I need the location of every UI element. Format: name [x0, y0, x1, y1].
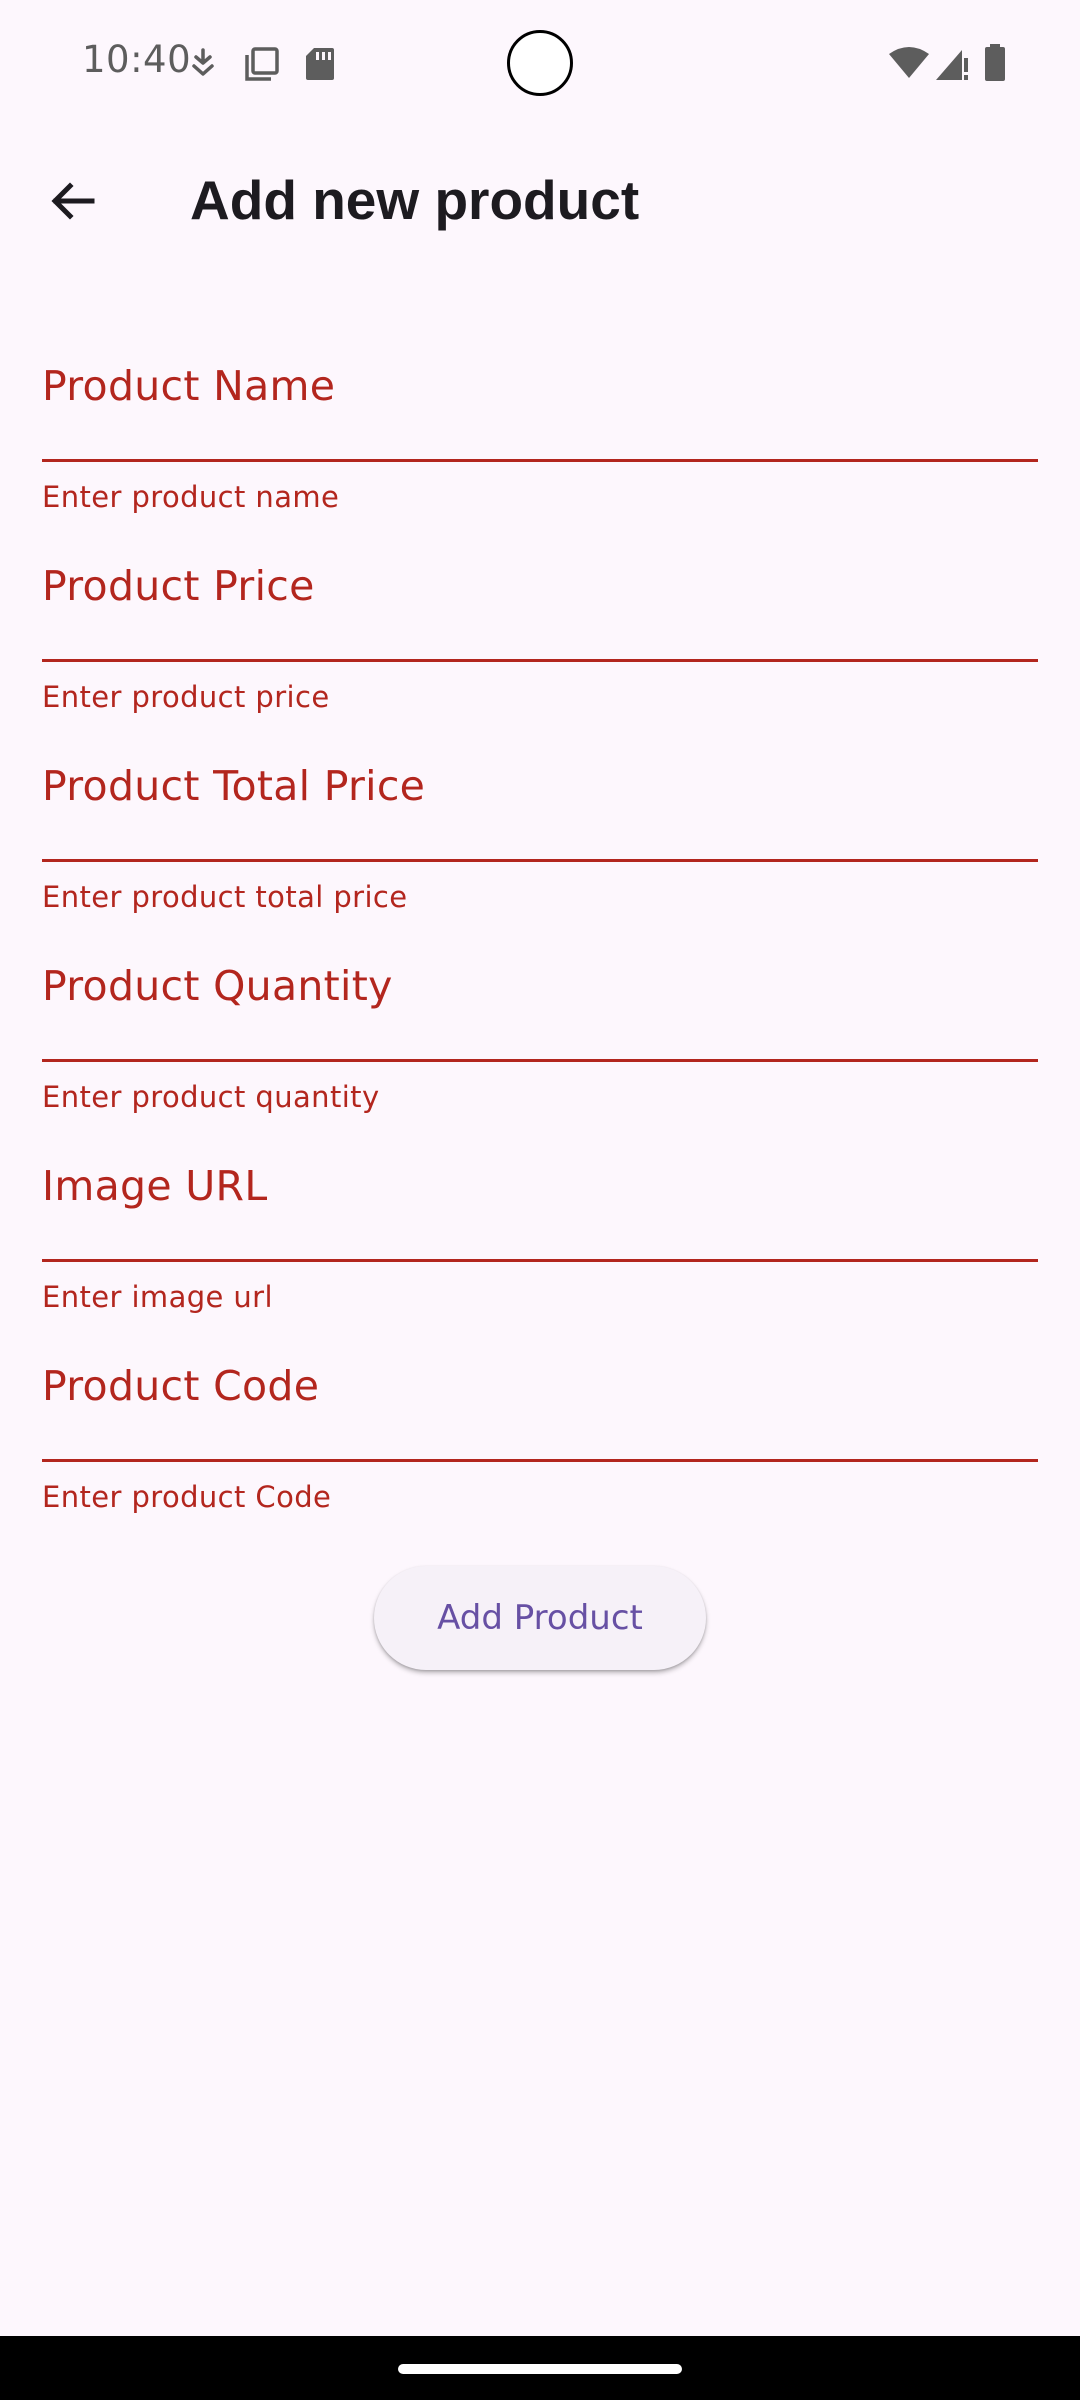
product-price-field: Product Price Enter product price	[42, 500, 1038, 714]
camera-cutout	[507, 30, 573, 96]
product-name-field: Product Name Enter product name	[42, 300, 1038, 514]
sd-card-icon	[304, 46, 336, 86]
download-icon	[190, 48, 216, 86]
wifi-icon	[888, 46, 930, 84]
product-code-field: Product Code Enter product Code	[42, 1300, 1038, 1514]
product-total-price-field: Product Total Price Enter product total …	[42, 700, 1038, 914]
screen: 10:40 Add new product Product Name Enter…	[0, 0, 1080, 2400]
add-product-button[interactable]: Add Product	[374, 1566, 706, 1670]
arrow-back-icon	[51, 182, 95, 220]
product-quantity-field: Product Quantity Enter product quantity	[42, 900, 1038, 1114]
app-bar: Add new product	[0, 128, 1080, 274]
product-form: Product Name Enter product name Product …	[42, 300, 1038, 1514]
battery-icon	[984, 44, 1006, 86]
navigation-bar	[0, 2336, 1080, 2400]
copy-icon	[244, 46, 280, 86]
product-name-input[interactable]	[42, 300, 1038, 462]
page-title: Add new product	[190, 169, 640, 231]
product-quantity-input[interactable]	[42, 900, 1038, 1062]
status-time: 10:40	[82, 38, 192, 81]
product-code-helper: Enter product Code	[42, 1480, 332, 1514]
image-url-input[interactable]	[42, 1100, 1038, 1262]
product-total-price-input[interactable]	[42, 700, 1038, 862]
product-code-input[interactable]	[42, 1300, 1038, 1462]
home-gesture-handle[interactable]	[398, 2364, 682, 2374]
image-url-field: Image URL Enter image url	[42, 1100, 1038, 1314]
back-button[interactable]	[36, 164, 110, 238]
product-price-input[interactable]	[42, 500, 1038, 662]
signal-icon	[934, 46, 970, 86]
status-bar: 10:40	[0, 0, 1080, 128]
